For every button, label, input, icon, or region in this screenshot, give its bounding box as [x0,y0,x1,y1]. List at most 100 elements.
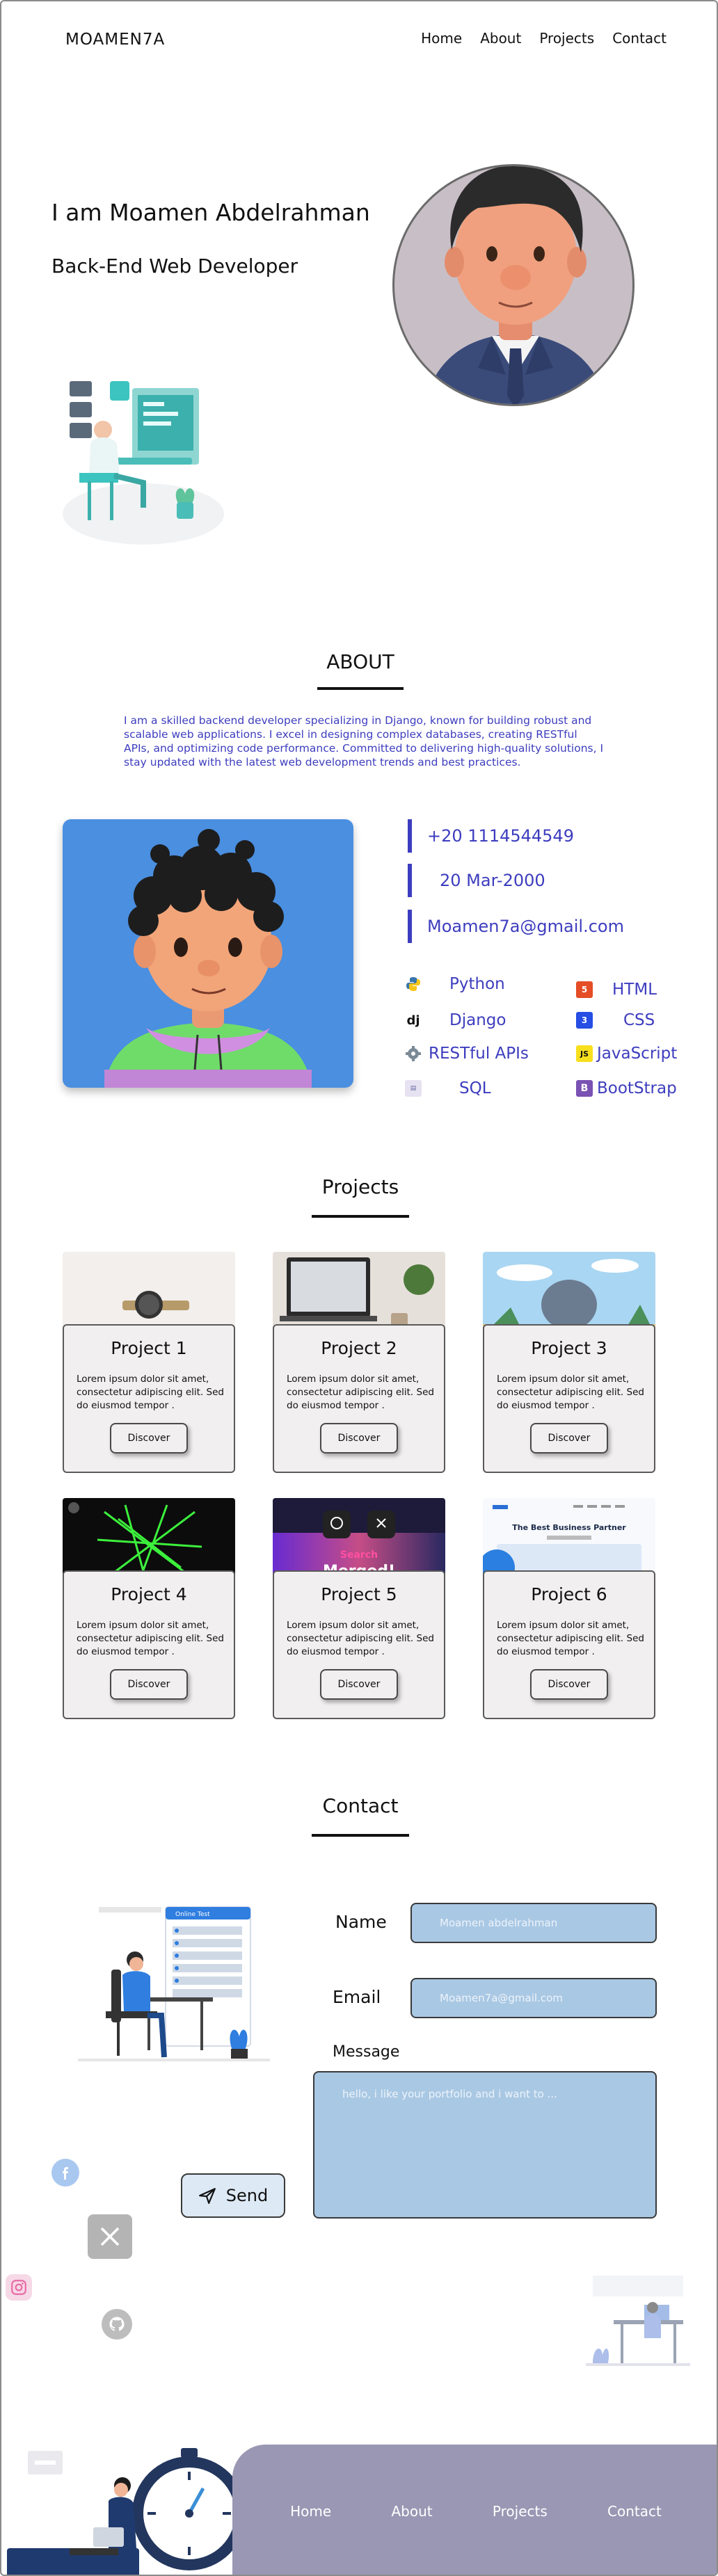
send-button-label: Send [225,2186,269,2205]
skill-javascript: JS JavaScript [576,1045,677,1063]
project-1-image [63,1252,235,1335]
project-6-image: The Best Business Partner [483,1498,655,1581]
hero-avatar [392,164,635,406]
projects-title: Projects [321,1175,399,1198]
phone-number[interactable]: +20 1114544549 [427,826,574,846]
nav-projects[interactable]: Projects [539,30,594,47]
birthdate-row: 20 Mar-2000 [408,864,545,897]
portfolio-page: MOAMEN7A Home About Projects Contact I a… [0,0,718,2576]
project-5-discover-button[interactable]: Discover [320,1669,398,1700]
message-label: Message [333,2043,400,2061]
python-icon [405,976,422,992]
project-5-image: Search Merged! [273,1498,445,1581]
about-text: I am a skilled backend developer special… [124,714,604,768]
project-2-title: Project 2 [321,1338,397,1358]
html5-icon: 5 [576,981,593,998]
facebook-icon[interactable] [51,2159,79,2187]
sql-icon: ▤ [405,1080,422,1097]
name-input[interactable] [410,1903,657,1943]
skill-python: Python [405,975,505,993]
skill-restful-label: RESTful APIs [429,1045,529,1063]
project-card-5: Search Merged! Project 5 Lorem ipsum dol… [273,1498,445,1719]
project-5-banner-line-1: Search [340,1549,378,1561]
project-3-desc: Lorem ipsum dolor sit amet, consectetur … [497,1374,644,1411]
project-2-desc: Lorem ipsum dolor sit amet, consectetur … [287,1374,434,1411]
skill-django-label: Django [449,1011,506,1029]
phone-row: +20 1114544549 [408,819,574,853]
name-label: Name [335,1912,387,1932]
send-button[interactable]: Send [181,2173,285,2218]
project-6-headline: The Best Business Partner [512,1523,626,1532]
project-1-body: Project 1 Lorem ipsum dolor sit amet, co… [63,1324,235,1473]
project-card-4: Project 4 Lorem ipsum dolor sit amet, co… [63,1498,235,1719]
birthdate-accent-bar [408,864,412,897]
nav-about[interactable]: About [480,30,521,47]
instagram-icon[interactable] [6,2274,32,2301]
projects-underline [312,1215,409,1218]
skill-bootstrap-label: BootStrap [597,1079,677,1097]
footer-nav-about[interactable]: About [391,2503,432,2520]
email-accent-bar [408,910,412,943]
project-6-discover-button[interactable]: Discover [530,1669,608,1700]
nav-contact[interactable]: Contact [612,30,667,47]
skill-sql-label: SQL [459,1079,491,1097]
x-icon[interactable] [88,2214,132,2259]
footer-nav-projects[interactable]: Projects [493,2503,548,2520]
project-card-1: Project 1 Lorem ipsum dolor sit amet, co… [63,1252,235,1473]
project-4-discover-button[interactable]: Discover [110,1669,188,1700]
skill-python-label: Python [449,975,505,993]
project-card-2: Project 2 Lorem ipsum dolor sit amet, co… [273,1252,445,1473]
project-3-title: Project 3 [531,1338,607,1358]
project-6-body: Project 6 Lorem ipsum dolor sit amet, co… [483,1570,655,1719]
nav-home[interactable]: Home [421,30,462,47]
project-6-desc: Lorem ipsum dolor sit amet, consectetur … [497,1620,644,1657]
javascript-icon: JS [576,1045,593,1062]
footer-nav-home[interactable]: Home [290,2503,331,2520]
project-card-3: Project 3 Lorem ipsum dolor sit amet, co… [483,1252,655,1473]
css3-icon: 3 [576,1012,593,1029]
phone-accent-bar [408,819,412,853]
project-6-title: Project 6 [531,1584,607,1604]
github-icon[interactable] [102,2309,132,2340]
contact-title: Contact [322,1794,399,1817]
project-3-body: Project 3 Lorem ipsum dolor sit amet, co… [483,1324,655,1473]
skill-restful: RESTful APIs [405,1045,529,1063]
email-label: Email [333,1987,381,2007]
footer-nav: Home About Projects Contact [232,2503,717,2520]
gear-icon [405,1045,422,1062]
email-address[interactable]: Moamen7a@gmail.com [427,917,624,936]
skill-javascript-label: JavaScript [597,1045,678,1063]
email-row: Moamen7a@gmail.com [408,910,624,943]
contact-underline [312,1834,409,1837]
project-4-image [63,1498,235,1581]
project-2-discover-button[interactable]: Discover [320,1423,398,1454]
project-2-image [273,1252,445,1335]
project-5-desc: Lorem ipsum dolor sit amet, consectetur … [287,1620,434,1657]
hero-name: I am Moamen Abdelrahman [51,199,370,226]
skill-css: 3 CSS [576,1011,655,1029]
project-2-body: Project 2 Lorem ipsum dolor sit amet, co… [273,1324,445,1473]
project-4-body: Project 4 Lorem ipsum dolor sit amet, co… [63,1570,235,1719]
project-4-title: Project 4 [111,1584,187,1604]
project-4-desc: Lorem ipsum dolor sit amet, consectetur … [77,1620,224,1657]
profile-photo [63,819,353,1088]
email-input[interactable] [410,1978,657,2018]
project-1-desc: Lorem ipsum dolor sit amet, consectetur … [77,1374,224,1411]
project-1-discover-button[interactable]: Discover [110,1423,188,1454]
project-3-image [483,1252,655,1335]
main-nav: Home About Projects Contact [421,30,667,47]
contact-illustration: Online Test [78,1893,270,2067]
project-1-title: Project 1 [111,1338,187,1358]
skill-sql: ▤ SQL [405,1079,491,1097]
site-logo[interactable]: MOAMEN7A [65,31,165,49]
footer-time-illustration [7,2444,257,2575]
project-5-title: Project 5 [321,1584,397,1604]
project-3-discover-button[interactable]: Discover [530,1423,608,1454]
skill-html-label: HTML [612,981,657,999]
send-icon [198,2188,216,2204]
footer-nav-contact[interactable]: Contact [607,2503,662,2520]
illustration-online-test-label: Online Test [175,1911,210,1918]
message-textarea[interactable] [313,2071,657,2219]
workspace-illustration [586,2271,690,2369]
birthdate: 20 Mar-2000 [440,871,545,890]
